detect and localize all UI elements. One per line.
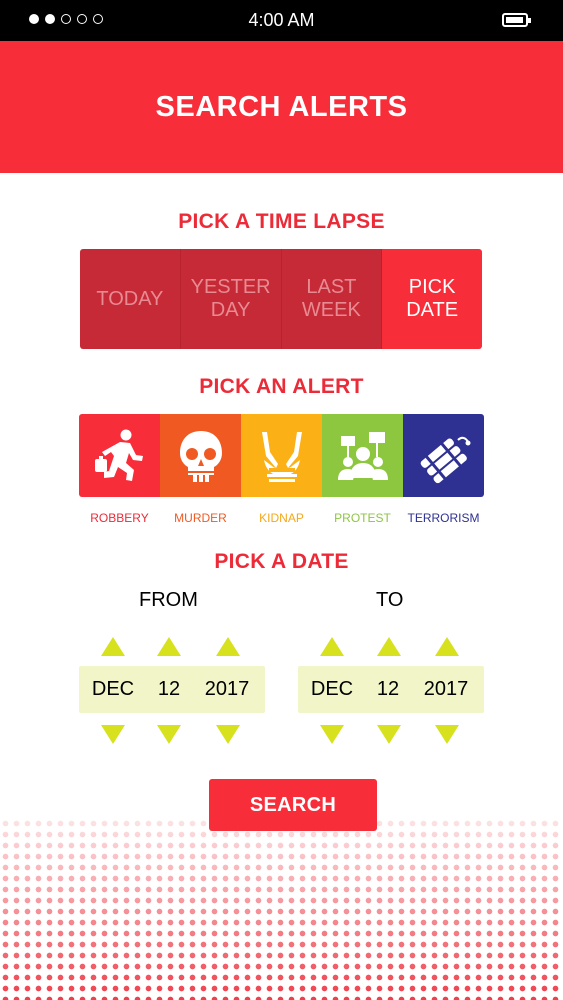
alert-label-terrorism: TERRORISM	[407, 511, 480, 525]
skull-icon	[179, 430, 222, 482]
time-option-yesterday[interactable]: YESTER DAY	[180, 249, 282, 349]
app-header: SEARCH ALERTS	[0, 41, 563, 173]
alert-title: PICK AN ALERT	[199, 375, 364, 398]
status-time: 4:00 AM	[248, 10, 315, 30]
from-date-field[interactable]: DEC 12 2017	[79, 666, 265, 713]
to-day-up-arrow-icon[interactable]	[377, 637, 401, 656]
to-year-up-arrow-icon[interactable]	[435, 637, 459, 656]
alert-kidnap-button[interactable]	[241, 414, 322, 497]
protest-icon	[337, 431, 388, 480]
dynamite-icon	[420, 436, 470, 483]
from-label: FROM	[139, 589, 198, 611]
time-option-last-week[interactable]: LAST WEEK	[281, 249, 383, 349]
alert-type-selector	[79, 414, 484, 497]
alert-terrorism-button[interactable]	[403, 414, 484, 497]
time-lapse-title: PICK A TIME LAPSE	[178, 210, 385, 233]
robbery-icon	[94, 429, 143, 481]
alert-robbery-button[interactable]	[79, 414, 160, 497]
alert-label-kidnap: KIDNAP	[259, 511, 304, 525]
page-title: SEARCH ALERTS	[155, 91, 408, 123]
search-button[interactable]: SEARCH	[209, 779, 377, 831]
from-month-up-arrow-icon[interactable]	[101, 637, 125, 656]
to-month: DEC	[310, 678, 354, 700]
from-day-down-arrow-icon[interactable]	[157, 725, 181, 744]
alert-label-murder: MURDER	[174, 511, 227, 525]
from-year-down-arrow-icon[interactable]	[216, 725, 240, 744]
to-year: 2017	[423, 678, 469, 700]
to-day-down-arrow-icon[interactable]	[377, 725, 401, 744]
to-label: TO	[376, 589, 404, 611]
to-month-up-arrow-icon[interactable]	[320, 637, 344, 656]
alert-protest-button[interactable]	[322, 414, 403, 497]
to-day: 12	[376, 678, 400, 700]
to-year-down-arrow-icon[interactable]	[435, 725, 459, 744]
from-day-up-arrow-icon[interactable]	[157, 637, 181, 656]
time-lapse-selector: TODAY YESTER DAY LAST WEEK PICK DATE	[80, 249, 482, 349]
from-day: 12	[157, 678, 181, 700]
from-month: DEC	[91, 678, 135, 700]
dot-pattern-decoration	[0, 818, 563, 1000]
battery-icon	[502, 13, 531, 27]
alert-label-protest: PROTEST	[334, 511, 391, 525]
time-option-pick-date[interactable]: PICK DATE	[382, 249, 482, 349]
to-date-field[interactable]: DEC 12 2017	[298, 666, 484, 713]
alert-labels: ROBBERY MURDER KIDNAP PROTEST TERRORISM	[79, 511, 484, 525]
alert-murder-button[interactable]	[160, 414, 241, 497]
date-title: PICK A DATE	[214, 550, 349, 573]
to-month-down-arrow-icon[interactable]	[320, 725, 344, 744]
from-year: 2017	[204, 678, 250, 700]
time-option-today[interactable]: TODAY	[80, 249, 181, 349]
status-bar: 4:00 AM	[0, 0, 563, 41]
tied-hands-icon	[261, 431, 302, 482]
from-year-up-arrow-icon[interactable]	[216, 637, 240, 656]
alert-label-robbery: ROBBERY	[90, 511, 149, 525]
from-month-down-arrow-icon[interactable]	[101, 725, 125, 744]
